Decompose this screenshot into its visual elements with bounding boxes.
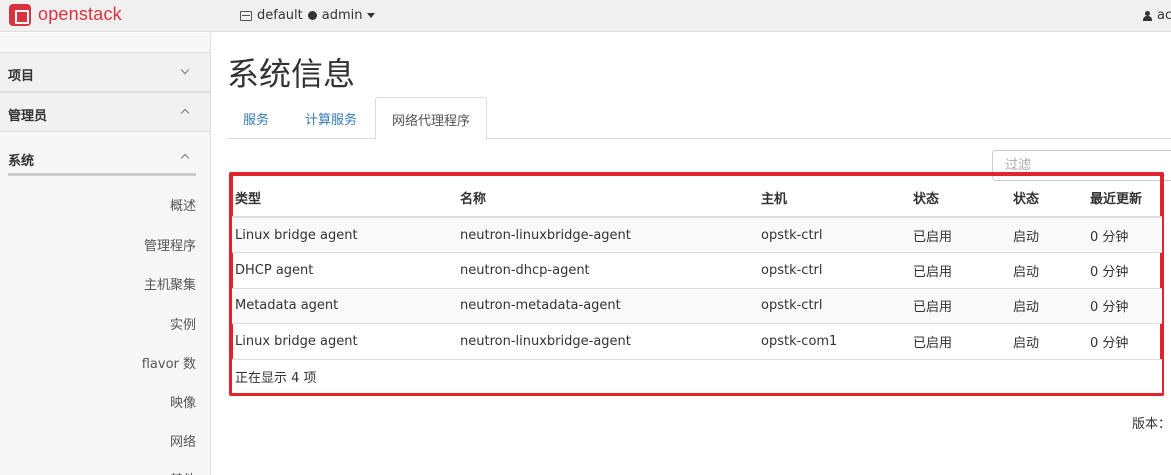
- cell-name: neutron-metadata-agent: [457, 287, 758, 324]
- network-agents-table: 类型 名称 主机 状态 状态 最近更新 Linux bridge agent n…: [232, 179, 1162, 393]
- sidebar-subsection-system[interactable]: 系统: [8, 146, 196, 176]
- sidebar-item-flavors[interactable]: flavor 数: [142, 353, 196, 372]
- server-icon: [240, 10, 252, 21]
- cell-type: Linux bridge agent: [232, 323, 457, 359]
- cell-last-updated: 0 分钟: [1087, 216, 1162, 253]
- table-item-count: 正在显示 4 项: [232, 358, 1162, 393]
- cell-last-updated: 0 分钟: [1087, 287, 1162, 324]
- project-name: default: [257, 8, 303, 23]
- cell-type: Metadata agent: [232, 287, 457, 324]
- cell-host: opstk-ctrl: [758, 216, 910, 253]
- tab-services[interactable]: 服务: [227, 97, 285, 139]
- cell-host: opstk-com1: [758, 323, 910, 359]
- top-navbar: openstack default admin ac: [0, 0, 1171, 32]
- tab-compute-services[interactable]: 计算服务: [289, 97, 373, 139]
- user-name: ac: [1157, 8, 1171, 23]
- sidebar-section-label: 项目: [8, 69, 35, 84]
- cell-name: neutron-linuxbridge-agent: [457, 216, 758, 253]
- cell-type: DHCP agent: [232, 252, 457, 288]
- table-row: Metadata agent neutron-metadata-agent op…: [232, 287, 1162, 324]
- cell-state: 启动: [1010, 252, 1087, 288]
- column-header-host[interactable]: 主机: [758, 179, 910, 218]
- user-context: admin: [321, 8, 363, 23]
- column-header-state[interactable]: 状态: [1010, 179, 1087, 218]
- sidebar-item-host-aggregates[interactable]: 主机聚集: [144, 274, 196, 293]
- table-row: Linux bridge agent neutron-linuxbridge-a…: [232, 323, 1162, 359]
- cell-status: 已启用: [910, 323, 1010, 359]
- sidebar-item-networks[interactable]: 网络: [170, 431, 196, 450]
- column-header-last-updated[interactable]: 最近更新: [1087, 179, 1162, 218]
- cell-name: neutron-linuxbridge-agent: [457, 323, 758, 359]
- table-footer-row: 正在显示 4 项: [232, 358, 1162, 393]
- version-label: 版本：: [1131, 417, 1171, 432]
- cell-state: 启动: [1010, 216, 1087, 253]
- sidebar-section-project[interactable]: 项目: [0, 52, 210, 92]
- chevron-up-icon: [180, 153, 190, 163]
- cell-last-updated: 0 分钟: [1087, 252, 1162, 288]
- tab-bar: 服务 计算服务 网络代理程序: [227, 97, 1171, 140]
- sidebar-section-label: 管理员: [8, 109, 48, 124]
- sidebar-item-other[interactable]: 其他: [170, 469, 196, 475]
- cell-state: 启动: [1010, 323, 1087, 359]
- sidebar: 项目 管理员 系统 概述 管理程序 主机聚集 实例 flavor 数 映像 网络…: [0, 33, 211, 475]
- cell-status: 已启用: [910, 287, 1010, 324]
- column-header-name[interactable]: 名称: [457, 179, 758, 218]
- cell-status: 已启用: [910, 216, 1010, 253]
- sidebar-item-images[interactable]: 映像: [170, 392, 196, 411]
- cell-host: opstk-ctrl: [758, 252, 910, 288]
- openstack-logo-icon[interactable]: [9, 4, 31, 26]
- sidebar-item-instances[interactable]: 实例: [170, 314, 196, 333]
- table-header-row: 类型 名称 主机 状态 状态 最近更新: [232, 179, 1162, 218]
- cell-type: Linux bridge agent: [232, 216, 457, 253]
- user-icon: [1143, 10, 1152, 21]
- sidebar-item-overview[interactable]: 概述: [170, 195, 196, 214]
- table-row: Linux bridge agent neutron-linuxbridge-a…: [232, 216, 1162, 253]
- project-selector[interactable]: default admin: [240, 8, 376, 23]
- user-menu[interactable]: ac: [1143, 8, 1171, 23]
- circle-icon: [307, 11, 317, 20]
- brand-name[interactable]: openstack: [38, 4, 122, 25]
- caret-down-icon: [367, 13, 376, 18]
- table-row: DHCP agent neutron-dhcp-agent opstk-ctrl…: [232, 252, 1162, 288]
- page-title: 系统信息: [227, 55, 356, 93]
- chevron-up-icon: [180, 108, 190, 118]
- chevron-down-icon: [180, 65, 190, 75]
- cell-host: opstk-ctrl: [758, 287, 910, 324]
- column-header-status[interactable]: 状态: [910, 179, 1010, 218]
- cell-name: neutron-dhcp-agent: [457, 252, 758, 288]
- cell-status: 已启用: [910, 252, 1010, 288]
- cell-last-updated: 0 分钟: [1087, 323, 1162, 359]
- sidebar-item-hypervisors[interactable]: 管理程序: [144, 235, 196, 254]
- cell-state: 启动: [1010, 287, 1087, 324]
- main-content: 系统信息 服务 计算服务 网络代理程序 类型 名称 主机 状态 状态 最近更新: [212, 33, 1171, 475]
- tab-network-agents[interactable]: 网络代理程序: [375, 97, 488, 140]
- sidebar-section-admin[interactable]: 管理员: [0, 92, 210, 132]
- column-header-type[interactable]: 类型: [232, 179, 457, 218]
- sidebar-subsection-label: 系统: [8, 154, 35, 169]
